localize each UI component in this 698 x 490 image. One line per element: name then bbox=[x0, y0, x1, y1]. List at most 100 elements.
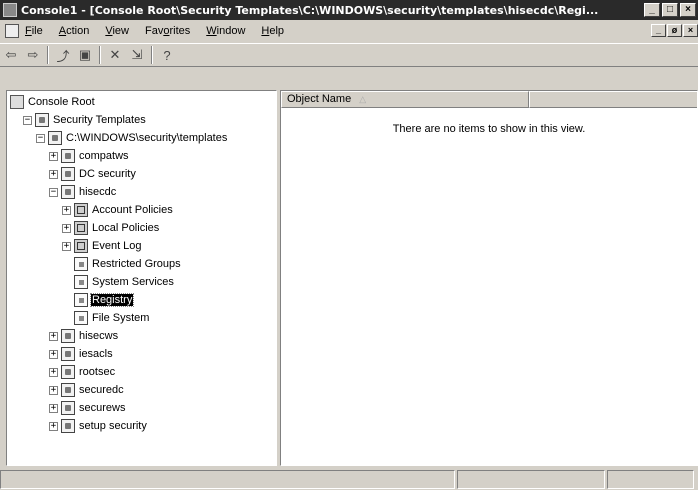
expand-icon[interactable]: + bbox=[49, 367, 58, 377]
expand-icon[interactable]: + bbox=[49, 385, 58, 395]
tmpl-icon bbox=[61, 167, 75, 181]
tmpl-icon bbox=[35, 113, 49, 127]
tree-node[interactable]: + setup security bbox=[49, 417, 148, 435]
expand-icon[interactable]: + bbox=[49, 169, 58, 179]
tree-node-label: C:\WINDOWS\security\templates bbox=[66, 132, 228, 144]
tree-node[interactable]: + Event Log bbox=[62, 237, 143, 255]
tmpl-icon bbox=[61, 149, 75, 163]
tree-node-label: compatws bbox=[79, 150, 129, 162]
tree-node[interactable]: − C:\WINDOWS\security\templates bbox=[36, 129, 228, 147]
expand-icon[interactable]: + bbox=[62, 223, 71, 233]
expand-icon[interactable]: + bbox=[62, 241, 71, 251]
tree-node[interactable]: + securedc bbox=[49, 381, 125, 399]
tree-node[interactable]: System Services bbox=[62, 273, 175, 291]
tree-node-label: Event Log bbox=[92, 240, 142, 252]
empty-view-message: There are no items to show in this view. bbox=[392, 123, 586, 135]
column-header-blank[interactable] bbox=[529, 91, 697, 108]
collapse-icon[interactable]: − bbox=[49, 187, 58, 197]
policy-icon bbox=[74, 221, 88, 235]
status-panel bbox=[457, 470, 605, 489]
column-header-object-name[interactable]: Object Name △ bbox=[281, 91, 529, 108]
expand-icon[interactable]: + bbox=[49, 151, 58, 161]
expand-icon[interactable]: + bbox=[49, 331, 58, 341]
tree-node-label: Security Templates bbox=[53, 114, 146, 126]
tmpl-icon bbox=[61, 185, 75, 199]
help-icon[interactable]: ? bbox=[156, 45, 178, 65]
maximize-button[interactable]: □ bbox=[662, 3, 678, 17]
tmpl-icon bbox=[48, 131, 62, 145]
tree-node[interactable]: + rootsec bbox=[49, 363, 116, 381]
tree-node[interactable]: − hisecdc bbox=[49, 183, 117, 201]
minimize-button[interactable]: _ bbox=[644, 3, 660, 17]
menu-bar: File Action View Favorites Window Help _ ø × bbox=[0, 21, 698, 41]
menu-item-action[interactable]: Action bbox=[59, 25, 90, 37]
console-doc-icon[interactable] bbox=[5, 24, 19, 38]
tmpl-icon bbox=[61, 329, 75, 343]
child-restore-button[interactable]: ø bbox=[667, 24, 682, 37]
tree-node[interactable]: + Account Policies bbox=[62, 201, 174, 219]
menu-item-help[interactable]: Help bbox=[261, 25, 284, 37]
tree-node-label: securedc bbox=[79, 384, 124, 396]
menu-item-view[interactable]: View bbox=[105, 25, 129, 37]
tree-node-label: Local Policies bbox=[92, 222, 160, 234]
policy-icon bbox=[74, 203, 88, 217]
tmpl-icon bbox=[61, 383, 75, 397]
status-bar bbox=[0, 469, 698, 490]
tree-node-label: hisecdc bbox=[79, 186, 117, 198]
export-list-icon[interactable]: ⇲ bbox=[126, 45, 148, 65]
page-icon bbox=[74, 311, 88, 325]
expand-icon[interactable]: + bbox=[49, 421, 58, 431]
child-minimize-button[interactable]: _ bbox=[651, 24, 666, 37]
tree-node[interactable]: − Security Templates bbox=[23, 111, 147, 129]
expand-icon[interactable]: + bbox=[62, 205, 71, 215]
tree-node[interactable]: + iesacls bbox=[49, 345, 114, 363]
status-panel bbox=[607, 470, 694, 489]
tree-node[interactable]: File System bbox=[62, 309, 150, 327]
child-close-button[interactable]: × bbox=[683, 24, 698, 37]
tree-node[interactable]: + securews bbox=[49, 399, 126, 417]
tree-node[interactable]: Restricted Groups bbox=[62, 255, 182, 273]
sort-ascending-icon: △ bbox=[359, 94, 367, 104]
page-icon bbox=[74, 275, 88, 289]
toolbar: ⇦ ⇨ ⤴ ▣ ✕ ⇲ ? bbox=[0, 43, 698, 67]
close-button[interactable]: × bbox=[680, 3, 696, 17]
collapse-icon[interactable]: − bbox=[23, 115, 32, 125]
forward-icon[interactable]: ⇨ bbox=[22, 45, 44, 65]
console-tree[interactable]: Console Root − Security Templates − C:\WINDO… bbox=[6, 90, 277, 466]
results-pane[interactable]: Object Name △ There are no items to show … bbox=[280, 90, 698, 466]
tree-node[interactable]: Registry bbox=[62, 291, 135, 309]
up-folder-icon[interactable]: ⤴ bbox=[52, 45, 74, 65]
tree-node[interactable]: + Local Policies bbox=[62, 219, 160, 237]
tmpl-icon bbox=[61, 347, 75, 361]
tree-node-label: securews bbox=[79, 402, 126, 414]
collapse-icon[interactable]: − bbox=[36, 133, 45, 143]
tree-node-label: Registry bbox=[89, 293, 135, 307]
tree-node[interactable]: + hisecws bbox=[49, 327, 119, 345]
tree-node-label: setup security bbox=[79, 420, 147, 432]
tree-node-label: Restricted Groups bbox=[92, 258, 181, 270]
menu-item-favorites[interactable]: Favorites bbox=[145, 25, 190, 37]
back-icon[interactable]: ⇦ bbox=[0, 45, 22, 65]
delete-icon[interactable]: ✕ bbox=[104, 45, 126, 65]
mmc-app-icon[interactable] bbox=[3, 3, 17, 17]
tree-node[interactable]: + compatws bbox=[49, 147, 130, 165]
expand-icon[interactable]: + bbox=[49, 403, 58, 413]
tree-node-label: iesacls bbox=[79, 348, 113, 360]
window-title: Console1 - [Console Root\Security Templa… bbox=[21, 3, 599, 17]
page-icon bbox=[74, 293, 88, 307]
tmpl-icon bbox=[61, 365, 75, 379]
tree-node[interactable]: Console Root bbox=[10, 93, 96, 111]
column-header-label: Object Name bbox=[287, 93, 352, 105]
tree-node-label: hisecws bbox=[79, 330, 119, 342]
tree-node-label: DC security bbox=[79, 168, 136, 180]
menu-item-file[interactable]: File bbox=[25, 25, 43, 37]
tree-node-label: File System bbox=[92, 312, 150, 324]
expand-icon[interactable]: + bbox=[49, 349, 58, 359]
tree-node[interactable]: + DC security bbox=[49, 165, 137, 183]
toolbar-separator bbox=[151, 46, 153, 64]
toolbar-separator bbox=[47, 46, 49, 64]
page-icon bbox=[74, 257, 88, 271]
tree-node-label: rootsec bbox=[79, 366, 116, 378]
show-hide-tree-icon[interactable]: ▣ bbox=[74, 45, 96, 65]
menu-item-window[interactable]: Window bbox=[206, 25, 245, 37]
